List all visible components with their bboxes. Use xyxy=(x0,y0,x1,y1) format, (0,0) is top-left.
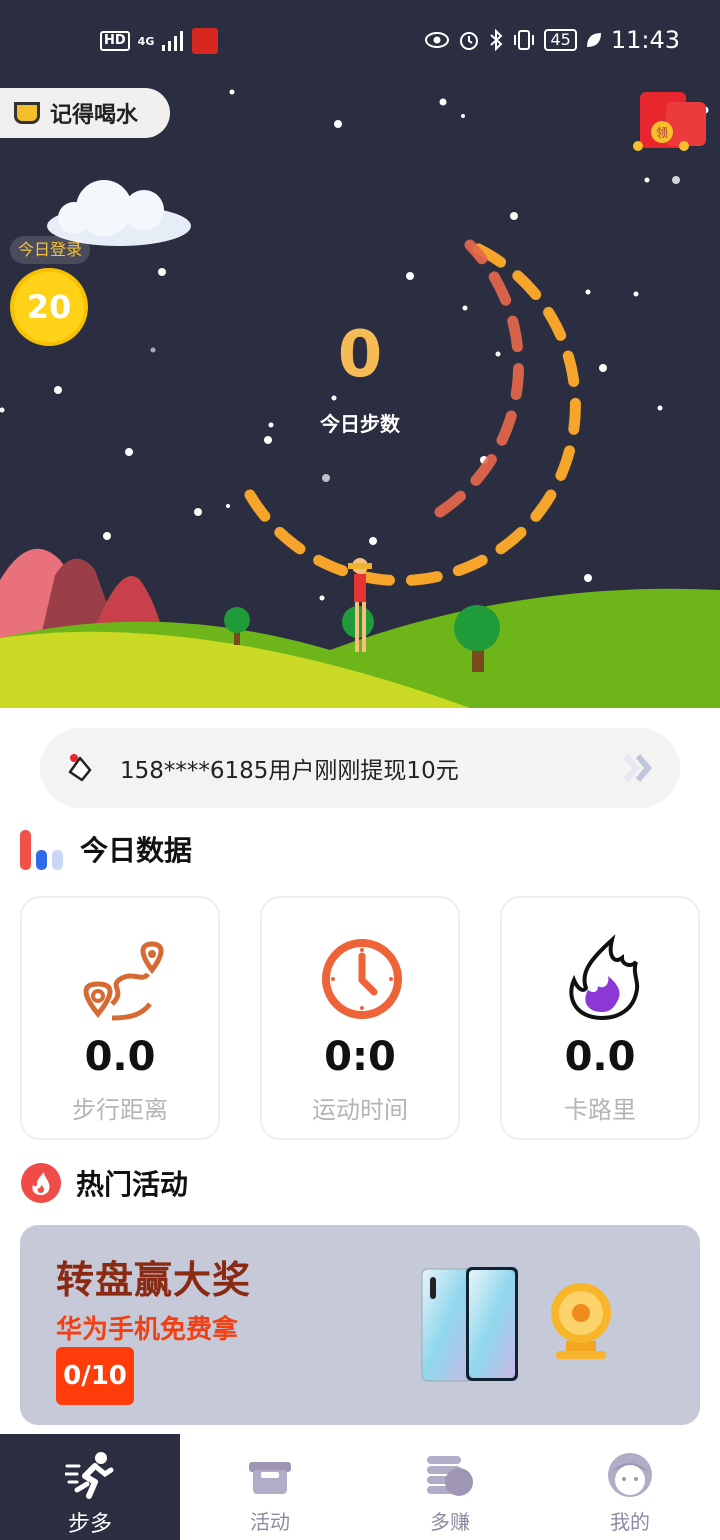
hot-fire-icon xyxy=(21,1163,61,1203)
clock-icon xyxy=(322,939,402,1019)
hd-indicator: HD xyxy=(100,31,130,51)
today-steps-value: 0 xyxy=(337,318,383,392)
banner-progress: 0/10 xyxy=(56,1347,134,1405)
leaf-icon xyxy=(586,33,601,47)
today-login-badge: 今日登录 xyxy=(10,236,90,264)
status-bar: HD 4G 45 11:43 xyxy=(0,0,720,84)
prize-wheel-icon xyxy=(551,1283,611,1359)
notification-bell-icon xyxy=(68,754,92,782)
bottom-nav: 步多 活动 多赚 我的 xyxy=(0,1434,720,1540)
login-coin-button[interactable]: 20 xyxy=(10,268,88,346)
distance-card: 0.0 步行距离 xyxy=(20,896,220,1140)
eye-comfort-icon xyxy=(425,32,450,48)
bluetooth-icon xyxy=(490,29,503,51)
smartphone-image xyxy=(421,1267,518,1382)
alarm-icon xyxy=(460,32,479,50)
nav-label-buduo: 步多 xyxy=(67,1512,112,1537)
distance-value: 0.0 xyxy=(84,1034,156,1080)
nav-label-earn: 多赚 xyxy=(430,1510,470,1534)
exercise-time-value: 0:0 xyxy=(324,1034,396,1080)
exercise-time-card: 0:0 运动时间 xyxy=(260,896,460,1140)
nav-item-earn[interactable]: 多赚 xyxy=(360,1434,540,1540)
double-chevron-right-icon xyxy=(623,754,652,782)
flame-icon xyxy=(569,934,640,1021)
nav-label-activity: 活动 xyxy=(250,1510,290,1534)
nav-item-buduo[interactable]: 步多 xyxy=(0,1434,180,1540)
hot-activity-title: 热门活动 xyxy=(76,1168,189,1201)
nav-item-activity[interactable]: 活动 xyxy=(180,1434,360,1540)
today-data-title: 今日数据 xyxy=(80,834,193,867)
coins-stack-icon xyxy=(427,1456,473,1496)
profile-face-icon xyxy=(608,1453,652,1497)
signal-icon xyxy=(162,31,184,51)
banner-title: 转盘赢大奖 xyxy=(56,1258,252,1302)
lucky-wheel-banner[interactable]: 转盘赢大奖 华为手机免费拿 0/10 xyxy=(20,1225,700,1425)
exercise-time-label: 运动时间 xyxy=(312,1096,408,1124)
today-data-header: 今日数据 xyxy=(20,826,192,872)
calorie-value: 0.0 xyxy=(564,1034,636,1080)
today-steps-label: 今日步数 xyxy=(320,412,400,436)
vibrate-icon xyxy=(514,30,535,50)
hero-scene: HD 4G 45 11:43 记得喝水 领 今日登录 20 0 今日步数 xyxy=(0,0,720,708)
nav-item-mine[interactable]: 我的 xyxy=(540,1434,720,1540)
distance-label: 步行距离 xyxy=(72,1096,168,1124)
bar-chart-icon xyxy=(20,830,63,870)
ticker-text: 158****6185用户刚刚提现10元 xyxy=(120,758,459,784)
drink-water-label: 记得喝水 xyxy=(50,103,139,128)
gift-box-icon xyxy=(249,1462,291,1494)
runner-icon xyxy=(65,1452,114,1499)
calorie-card: 0.0 卡路里 xyxy=(500,896,700,1140)
calorie-label: 卡路里 xyxy=(564,1096,636,1124)
clock-time: 11:43 xyxy=(610,26,680,54)
route-icon xyxy=(83,941,164,1021)
drink-water-reminder[interactable]: 记得喝水 xyxy=(0,88,170,138)
red-envelope-icon[interactable]: 领 xyxy=(632,88,708,152)
nav-label-mine: 我的 xyxy=(610,1510,650,1534)
app-screen: HD 4G 45 11:43 记得喝水 领 今日登录 20 0 今日步数 158… xyxy=(0,0,720,1540)
banner-subtitle: 华为手机免费拿 xyxy=(56,1315,239,1345)
withdraw-ticker[interactable]: 158****6185用户刚刚提现10元 xyxy=(40,728,680,808)
hot-activity-header: 热门活动 xyxy=(20,1162,188,1204)
app-notification-icon xyxy=(192,28,219,54)
battery-indicator: 45 xyxy=(544,29,577,51)
cup-icon xyxy=(14,102,40,124)
red-envelope-label: 领 xyxy=(656,126,668,140)
network-type: 4G xyxy=(137,34,155,48)
